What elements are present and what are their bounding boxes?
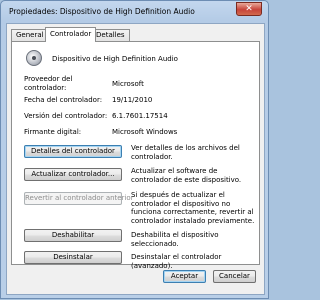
- speaker-icon: [26, 50, 42, 66]
- device-name: Dispositivo de High Definition Audio: [52, 55, 178, 63]
- cancel-button[interactable]: Cancelar: [213, 270, 256, 283]
- dialog-client-area: General Controlador Detalles Dispositivo…: [6, 23, 265, 295]
- tab-detalles[interactable]: Detalles: [91, 29, 130, 41]
- update-driver-button[interactable]: Actualizar controlador...: [24, 168, 122, 181]
- tab-general[interactable]: General: [11, 29, 49, 41]
- driver-details-desc: Ver detalles de los archivos del control…: [131, 144, 240, 161]
- close-button[interactable]: ✕: [236, 2, 262, 16]
- version-value: 6.1.7601.17514: [112, 112, 168, 120]
- disable-desc: Deshabilita el dispositivo seleccionado.: [131, 231, 219, 248]
- provider-value: Microsoft: [112, 80, 144, 88]
- date-label: Fecha del controlador:: [24, 96, 103, 104]
- window-title: Propiedades: Dispositivo de High Definit…: [9, 7, 195, 16]
- tab-controlador[interactable]: Controlador: [45, 27, 97, 42]
- disable-button[interactable]: Deshabilitar: [24, 229, 122, 242]
- ok-button[interactable]: Aceptar: [163, 270, 206, 283]
- close-icon: ✕: [245, 4, 253, 14]
- rollback-driver-desc: Si después de actualizar el controlador …: [131, 191, 255, 225]
- signer-value: Microsoft Windows: [112, 128, 178, 136]
- provider-label: Proveedor del controlador:: [24, 75, 73, 92]
- title-bar[interactable]: Propiedades: Dispositivo de High Definit…: [1, 1, 268, 23]
- driver-details-button[interactable]: Detalles del controlador: [24, 145, 122, 158]
- uninstall-desc: Desinstalar el controlador (avanzado).: [131, 253, 222, 270]
- update-driver-desc: Actualizar el software de controlador de…: [131, 167, 242, 184]
- uninstall-button[interactable]: Desinstalar: [24, 251, 122, 264]
- version-label: Versión del controlador:: [24, 112, 108, 120]
- properties-dialog: Propiedades: Dispositivo de High Definit…: [0, 0, 269, 299]
- driver-tab-panel: Dispositivo de High Definition Audio Pro…: [11, 41, 260, 270]
- rollback-driver-button[interactable]: Revertir al controlador anterior: [24, 192, 134, 205]
- date-value: 19/11/2010: [112, 96, 153, 104]
- signer-label: Firmante digital:: [24, 128, 82, 136]
